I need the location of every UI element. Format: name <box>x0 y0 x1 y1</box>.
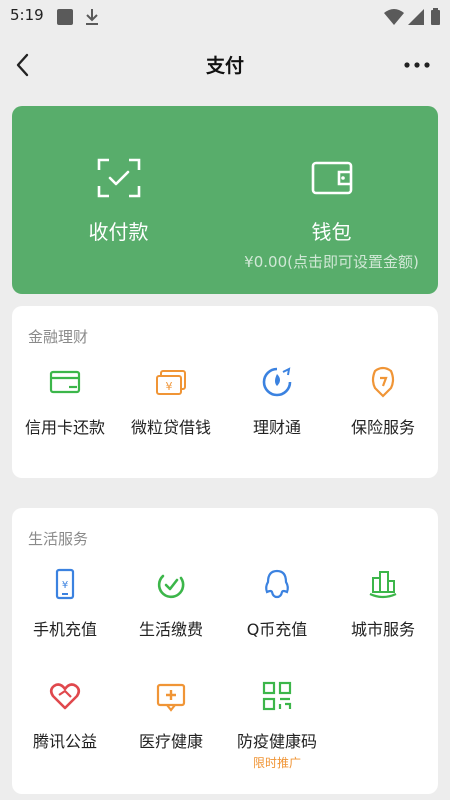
mobile-topup-item[interactable]: ¥ 手机充值 <box>12 568 118 658</box>
page-title: 支付 <box>205 55 244 77</box>
mobile-topup-label: 手机充值 <box>32 620 97 639</box>
weilidai-loan-item[interactable]: ¥ 微粒贷借钱 <box>118 366 224 456</box>
wealth-icon <box>262 367 292 397</box>
medical-health-item[interactable]: 医疗健康 <box>118 680 224 770</box>
loan-icon: ¥ <box>156 370 186 395</box>
utility-bill-icon <box>157 574 185 599</box>
mobile-topup-icon: ¥ <box>55 568 75 600</box>
medical-icon <box>156 683 186 712</box>
more-dots-icon[interactable] <box>402 52 432 78</box>
battery-icon <box>431 8 440 25</box>
insurance-item[interactable]: 保险服务 <box>330 366 436 456</box>
credit-card-repay-label: 信用卡还款 <box>24 418 105 437</box>
health-code-label: 防疫健康码 <box>236 732 317 751</box>
status-bar: 5:19 <box>0 0 450 32</box>
square-notification-icon <box>57 9 73 25</box>
download-icon <box>86 9 98 25</box>
title-bar: 支付 <box>0 32 450 98</box>
medical-health-label: 医疗健康 <box>138 732 203 751</box>
promo-tag: 限时推广 <box>252 756 301 770</box>
wifi-icon <box>384 9 404 25</box>
wallet-label: 钱包 <box>311 220 352 244</box>
charity-heart-icon <box>49 683 81 710</box>
status-time: 5:19 <box>10 6 44 24</box>
credit-card-repay-item[interactable]: 信用卡还款 <box>12 366 118 456</box>
credit-card-icon <box>49 370 81 394</box>
city-service-label: 城市服务 <box>350 620 415 639</box>
svg-text:¥: ¥ <box>166 380 173 393</box>
licaitong-label: 理财通 <box>252 418 301 437</box>
finance-title: 金融理财 <box>28 328 89 346</box>
wallet-balance: ¥0.00(点击即可设置金额) <box>244 253 419 271</box>
city-service-icon <box>369 571 397 599</box>
health-qr-code-icon <box>262 681 292 711</box>
pay-hero-card: 收付款 钱包 ¥0.00(点击即可设置金额) <box>12 106 438 294</box>
wallet-icon <box>311 161 352 195</box>
qq-coin-label: Q币充值 <box>246 620 308 639</box>
licaitong-item[interactable]: 理财通 <box>224 366 330 456</box>
receive-pay-label: 收付款 <box>88 220 149 244</box>
life-services-card: 生活服务 ¥ 手机充值 生活缴费 Q币充值 城市服务 腾讯公益 医疗健康 防疫健… <box>12 508 438 794</box>
insurance-label: 保险服务 <box>350 418 415 437</box>
qq-coin-icon <box>265 569 289 599</box>
wallet-button[interactable]: 钱包 ¥0.00(点击即可设置金额) <box>225 106 438 294</box>
tencent-charity-item[interactable]: 腾讯公益 <box>12 680 118 770</box>
signal-icon <box>408 9 424 25</box>
finance-card: 金融理财 信用卡还款 ¥ 微粒贷借钱 理财通 保险服务 <box>12 306 438 478</box>
utility-bill-label: 生活缴费 <box>138 620 203 639</box>
utility-bill-item[interactable]: 生活缴费 <box>118 568 224 658</box>
receive-pay-button[interactable]: 收付款 <box>12 106 225 294</box>
health-code-item[interactable]: 防疫健康码 限时推广 <box>224 680 330 770</box>
insurance-icon <box>371 366 395 398</box>
city-service-item[interactable]: 城市服务 <box>330 568 436 658</box>
weilidai-loan-label: 微粒贷借钱 <box>130 418 211 437</box>
life-services-title: 生活服务 <box>28 530 89 548</box>
tencent-charity-label: 腾讯公益 <box>32 732 97 751</box>
qq-coin-item[interactable]: Q币充值 <box>224 568 330 658</box>
svg-text:¥: ¥ <box>62 580 68 591</box>
scan-qr-icon <box>97 158 140 198</box>
